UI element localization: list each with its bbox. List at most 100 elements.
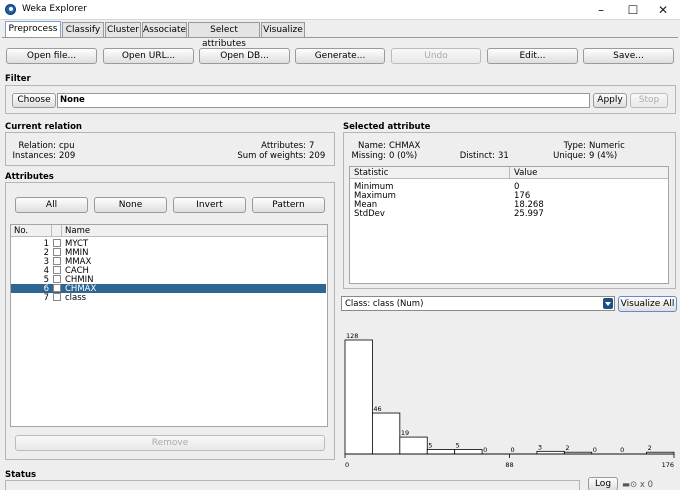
header-divider [509,167,510,179]
sum-weights-label: Sum of weights: [237,151,306,161]
attribute-checkbox[interactable] [53,248,61,256]
select-all-button[interactable]: All [15,197,88,213]
minimize-button[interactable]: – [584,0,618,20]
open-url-button[interactable]: Open URL... [103,48,194,64]
close-button[interactable]: ✕ [646,0,680,20]
attributes-table-header: No. Name [11,225,327,237]
window-title: Weka Explorer [22,4,87,14]
column-header-statistic[interactable]: Statistic [354,168,388,178]
statistics-table: Statistic Value Minimum 0 Maximum 176 Me… [349,166,669,284]
histogram-bar-label: 0 [593,446,597,454]
title-bar: Weka Explorer – ☐ ✕ [0,0,680,20]
statistic-row: StdDev 25.997 [350,209,668,219]
attribute-row[interactable]: 7 class [11,293,326,303]
tab-classify[interactable]: Classify [62,22,104,38]
maximize-button[interactable]: ☐ [616,0,650,20]
histogram-bar-label: 0 [511,446,515,454]
attribute-checkbox[interactable] [53,293,61,301]
edit-button[interactable]: Edit... [487,48,578,64]
column-header-name[interactable]: Name [65,226,90,236]
attributes-count-label: Attributes: [261,141,306,151]
statistic-value: 25.997 [514,209,544,219]
generate-button[interactable]: Generate... [295,48,385,64]
histogram-bar-label: 2 [648,444,652,452]
apply-filter-button[interactable]: Apply [593,93,627,108]
histogram-bar-label: 5 [428,442,432,450]
statistic-row: Mean 18.268 [350,200,668,210]
relation-label: Relation: [18,141,56,151]
chevron-down-icon[interactable] [603,298,613,309]
task-count: x 0 [639,480,653,490]
filter-value-field[interactable]: None [57,93,590,108]
attribute-row[interactable]: 1 MYCT [11,239,326,249]
histogram-bar [372,412,401,455]
sum-weights-value: 209 [309,151,326,161]
sel-missing-label: Missing: [351,151,386,161]
sel-name-value: CHMAX [389,141,421,151]
histogram-bar-label: 5 [456,442,460,450]
selected-attribute-label: Selected attribute [343,122,431,132]
attribute-checkbox[interactable] [53,239,61,247]
attribute-row[interactable]: 4 CACH [11,266,326,276]
attributes-count-value: 7 [309,141,315,151]
attribute-checkbox[interactable] [53,257,61,265]
tab-visualize[interactable]: Visualize [261,22,305,38]
current-relation-label: Current relation [5,122,82,132]
histogram-bar-label: 2 [565,444,569,452]
tab-preprocess[interactable]: Preprocess [5,21,61,38]
attribute-row[interactable]: 2 MMIN [11,248,326,258]
invert-selection-button[interactable]: Invert [173,197,246,213]
histogram-tick-label: 0 [345,461,349,469]
statistic-name: StdDev [354,209,385,219]
relation-value: cpu [59,141,75,151]
instances-value: 209 [59,151,76,161]
visualize-all-button[interactable]: Visualize All [618,296,677,312]
histogram-bar-label: 3 [538,443,542,451]
attributes-table: No. Name 1 MYCT 2 MMIN 3 MMAX 4 CACH 5 C… [10,224,328,427]
attribute-row-selected[interactable]: 6 CHMAX [11,284,326,294]
histogram-bar-label: 0 [483,446,487,454]
histogram-bar [454,449,483,455]
column-header-value[interactable]: Value [514,168,537,178]
tab-cluster[interactable]: Cluster [105,22,141,38]
histogram-bar [426,449,456,455]
sel-missing-value: 0 (0%) [389,151,418,161]
attribute-checkbox[interactable] [53,266,61,274]
class-select-value: Class: class (Num) [345,299,424,309]
stop-filter-button[interactable]: Stop [630,93,668,108]
status-panel [5,480,580,490]
select-none-button[interactable]: None [94,197,167,213]
histogram-chart: 128 46 19 5 5 0 0 3 2 0 0 2 0 88 176 [344,332,675,469]
statistic-row: Minimum 0 [350,182,668,192]
attribute-row[interactable]: 3 MMAX [11,257,326,267]
sel-unique-label: Unique: [553,151,586,161]
open-file-button[interactable]: Open file... [6,48,97,64]
attribute-no: 7 [43,293,49,303]
pattern-button[interactable]: Pattern [252,197,325,213]
choose-filter-button[interactable]: Choose [12,93,56,108]
statistics-table-header: Statistic Value [350,167,668,179]
weka-bird-status: ▬⊙ x 0 [622,480,653,490]
remove-attribute-button[interactable]: Remove [15,435,325,451]
attribute-row[interactable]: 5 CHMIN [11,275,326,285]
open-db-button[interactable]: Open DB... [199,48,290,64]
sel-type-value: Numeric [589,141,625,151]
class-attribute-select[interactable]: Class: class (Num) [341,296,615,311]
attribute-checkbox[interactable] [53,275,61,283]
attribute-checkbox[interactable] [53,284,61,292]
save-button[interactable]: Save... [583,48,674,64]
attributes-section-label: Attributes [5,172,54,182]
sel-type-label: Type: [563,141,586,151]
histogram-bar [399,436,428,455]
tab-associate[interactable]: Associate [142,22,187,38]
column-header-no[interactable]: No. [14,226,28,236]
log-button[interactable]: Log [588,477,618,490]
histogram-bar-label: 19 [401,429,409,437]
sel-distinct-label: Distinct: [459,151,495,161]
histogram-tick-label: 88 [505,461,513,469]
tab-select-attributes[interactable]: Select attributes [188,22,260,49]
undo-button[interactable]: Undo [391,48,481,64]
sel-distinct-value: 31 [498,151,509,161]
histogram-tick-label: 176 [662,461,674,469]
weka-app-icon [5,4,16,15]
